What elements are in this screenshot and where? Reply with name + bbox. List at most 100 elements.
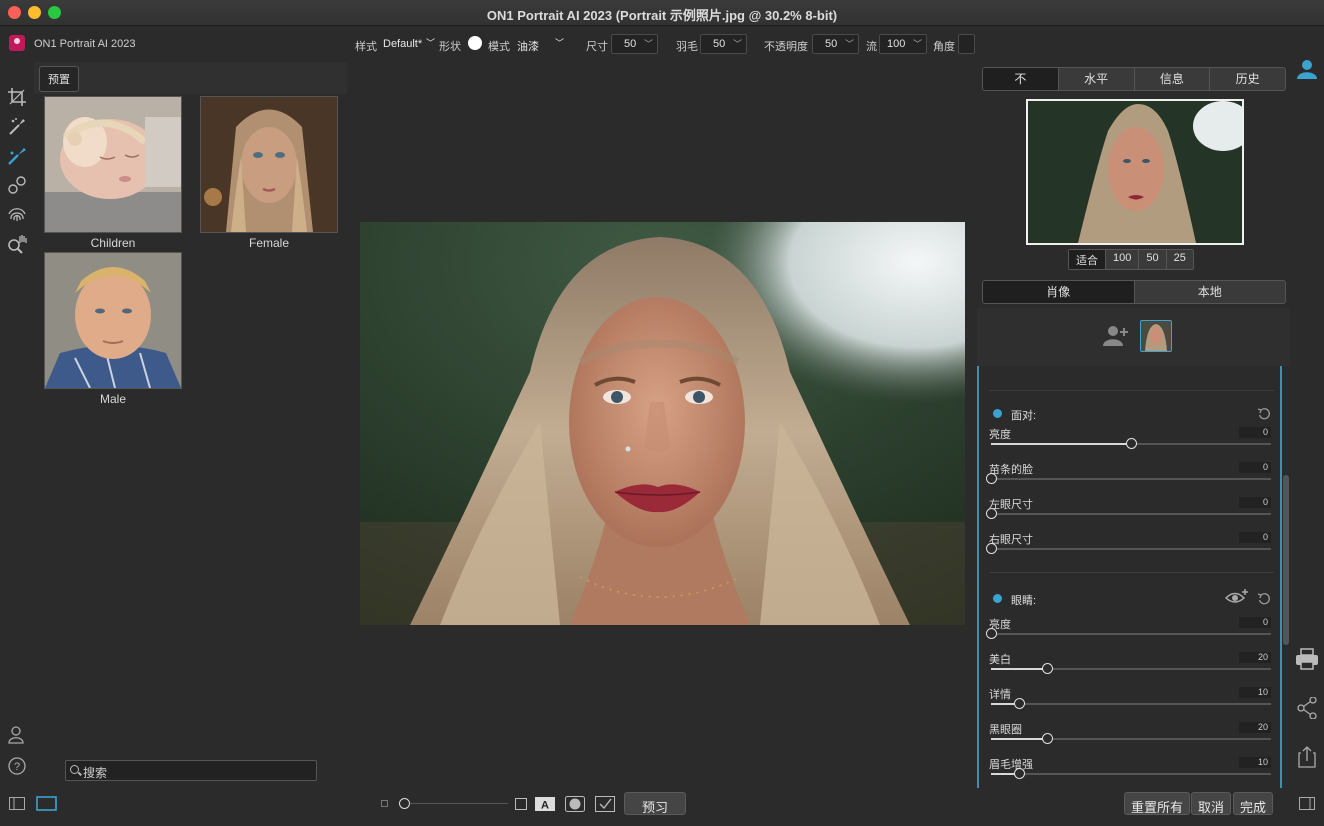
reset-face-icon[interactable] [1257,407,1271,421]
brush-toolbar: ON1 Portrait AI 2023 样式 Default* ﹀ 形状 模式… [0,26,1324,62]
face-thumbnail[interactable] [1140,320,1172,352]
zoom-fit[interactable]: 适合 [1069,250,1106,269]
slider-knob[interactable] [986,508,997,519]
tab-local[interactable]: 本地 [1135,281,1286,303]
slider-knob[interactable] [1042,663,1053,674]
reset-all-button[interactable]: 重置所有 [1124,792,1191,815]
opacity-input[interactable]: 50 ﹀ [812,34,859,54]
overlay-mask-icon[interactable] [565,796,585,812]
slider-track[interactable] [991,663,1271,674]
navigator-preview[interactable] [1026,99,1244,245]
compare-icon[interactable] [595,796,615,812]
preset-caption: Female [248,236,289,250]
retouch-brush-icon[interactable] [6,115,28,137]
zoom-min-icon[interactable] [381,800,388,807]
presets-header: 预置 [34,62,347,94]
preset-thumb-male[interactable] [44,252,182,389]
slider-value-field[interactable]: 0 [1239,532,1271,543]
slider-knob[interactable] [986,543,997,554]
reset-eyes-icon[interactable] [1257,592,1271,606]
slider-track[interactable] [986,543,1271,554]
panel-scrollbar[interactable] [1283,475,1289,645]
angle-input[interactable] [958,34,975,54]
zoom-hand-icon[interactable] [6,233,28,255]
slider-value-field[interactable]: 20 [1239,652,1271,663]
feather-input[interactable]: 50 ﹀ [700,34,747,54]
single-view-icon[interactable] [36,796,57,811]
slider-value-field[interactable]: 0 [1239,617,1271,628]
slider-track[interactable] [986,628,1271,639]
style-dropdown[interactable]: Default* [383,38,422,50]
shape-label: 形状 [439,41,461,53]
slider-knob[interactable] [986,628,997,639]
user-account-icon[interactable] [6,724,28,746]
slider-knob[interactable] [986,473,997,484]
toggle-left-panel-icon[interactable] [9,797,25,810]
zoom-25[interactable]: 25 [1167,250,1193,269]
share-icon[interactable] [1297,697,1317,719]
adjustable-brush-icon[interactable] [6,145,28,167]
add-eye-icon[interactable] [1225,588,1249,606]
fingerprint-icon[interactable] [6,203,28,225]
clone-stamp-icon[interactable] [6,174,28,196]
tab-levels[interactable]: 水平 [1059,68,1135,90]
chevron-down-icon[interactable]: ﹀ [555,36,564,49]
zoom-slider-knob[interactable] [399,798,410,809]
crop-icon[interactable] [6,86,28,108]
slider-track[interactable] [991,733,1271,744]
eyes-enable-toggle[interactable] [993,594,1002,603]
slider-knob[interactable] [1014,768,1025,779]
user-profile-icon[interactable] [1296,58,1318,80]
zoom-max-icon[interactable] [515,798,527,810]
face-enable-toggle[interactable] [993,409,1002,418]
print-icon[interactable] [1295,648,1319,670]
slider-knob[interactable] [1126,438,1137,449]
slider-track[interactable] [991,698,1271,709]
zoom-50[interactable]: 50 [1139,250,1167,269]
show-mask-icon[interactable]: A [535,797,555,811]
add-face-icon[interactable] [1103,324,1129,348]
angle-label: 角度 [933,41,955,53]
chevron-down-icon[interactable]: ﹀ [426,36,435,49]
zoom-100[interactable]: 100 [1106,250,1140,269]
toggle-right-panel-icon[interactable] [1299,797,1315,810]
preview-button[interactable]: 预习 [624,792,686,815]
presets-button[interactable]: 预置 [39,66,79,92]
slider-track[interactable] [986,473,1271,484]
help-icon[interactable]: ? [6,755,28,777]
slider-value-field[interactable]: 0 [1239,427,1271,438]
brush-shape-button[interactable] [468,36,482,50]
slider-track[interactable] [986,508,1271,519]
slider-value-field[interactable]: 0 [1239,462,1271,473]
mode-tabs: 肖像 本地 [982,280,1286,304]
preset-thumb-female[interactable] [200,96,338,233]
bottom-bar: A 预习 重置所有 取消 完成 [0,788,1324,826]
slider-knob[interactable] [1014,698,1025,709]
slider-label: 美白 [989,654,1011,666]
cancel-button[interactable]: 取消 [1191,792,1232,815]
export-icon[interactable] [1297,745,1317,769]
tab-portrait[interactable]: 肖像 [983,281,1135,303]
flow-input[interactable]: 100 ﹀ [879,34,927,54]
tab-history[interactable]: 历史 [1210,68,1285,90]
slider-value-field[interactable]: 20 [1239,722,1271,733]
portrait-photo[interactable] [360,222,965,625]
preset-thumb-children[interactable] [44,96,182,233]
tab-info[interactable]: 信息 [1135,68,1211,90]
tab-navigator[interactable]: 不 [983,68,1059,90]
zoom-options: 适合 100 50 25 [1068,249,1194,270]
mode-dropdown[interactable]: 油漆 [517,38,539,54]
slider-knob[interactable] [1042,733,1053,744]
image-canvas[interactable] [347,62,977,792]
slider-track[interactable] [991,438,1271,449]
size-input[interactable]: 50 ﹀ [611,34,658,54]
search-input[interactable]: 搜索 [65,760,317,781]
slider-value-field[interactable]: 10 [1239,757,1271,768]
portrait-image [360,222,965,625]
slider-track[interactable] [991,768,1271,779]
slider-value-field[interactable]: 10 [1239,687,1271,698]
done-button[interactable]: 完成 [1233,792,1274,815]
adjustment-panel: 面对: 亮度 0 苗条的脸 0 左眼尺寸 0 右眼尺寸 0 眼睛: 亮度 0 美白 20 详情 10 黑眼… [977,366,1282,788]
slider-value-field[interactable]: 0 [1239,497,1271,508]
zoom-slider-track[interactable] [410,803,508,804]
